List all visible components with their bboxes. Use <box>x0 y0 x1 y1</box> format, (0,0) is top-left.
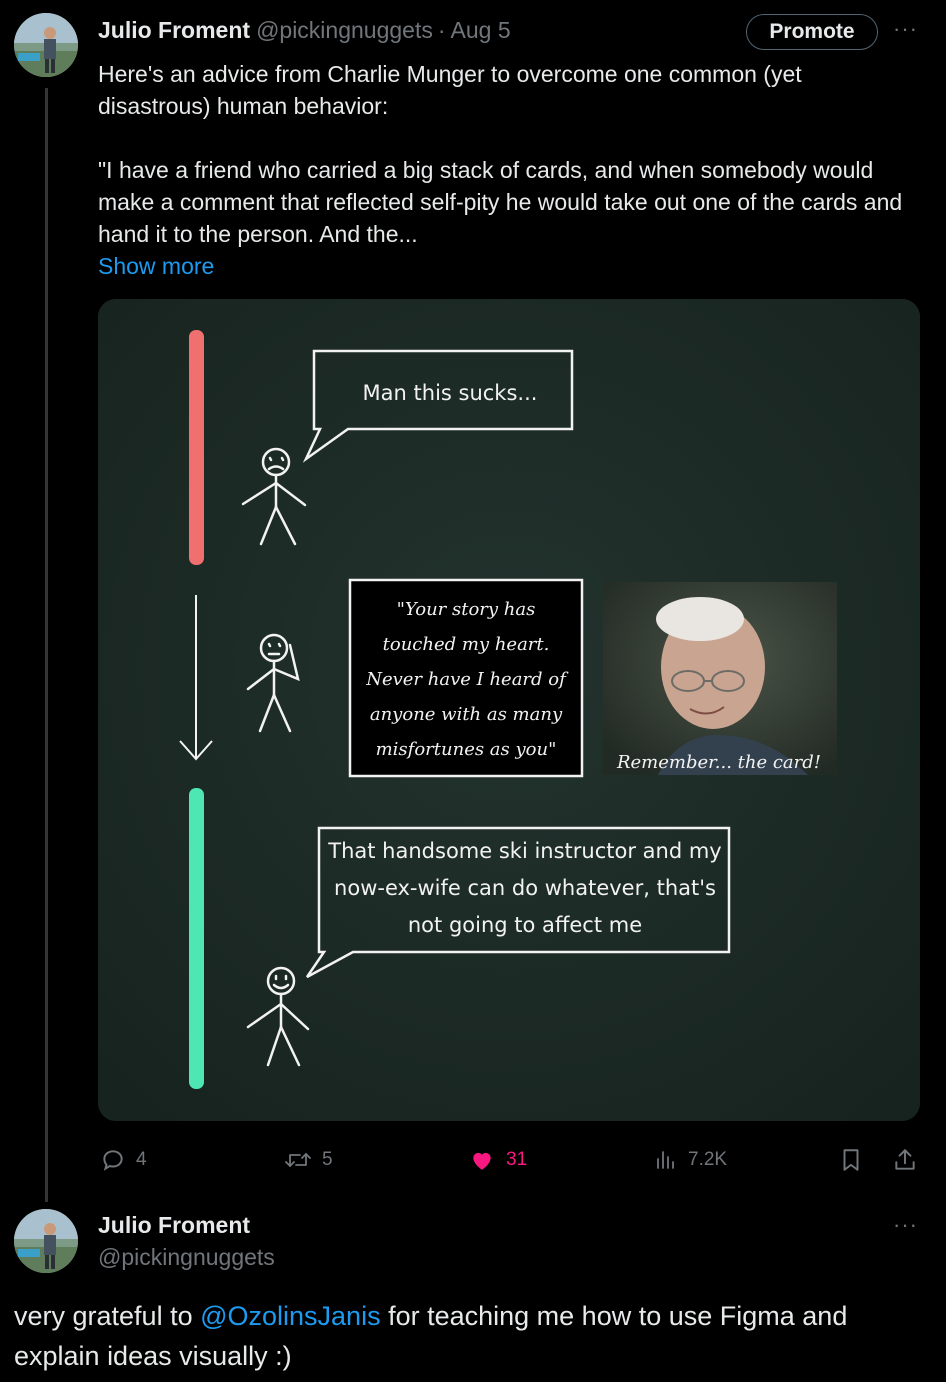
analytics-icon <box>657 1151 674 1169</box>
views-button[interactable]: 7.2K <box>654 1140 727 1180</box>
show-more-link[interactable]: Show more <box>98 250 908 282</box>
repost-count: 5 <box>322 1149 333 1170</box>
reply-author-name[interactable]: Julio Froment <box>98 1212 250 1239</box>
tweet-text-paragraph-1: Here's an advice from Charlie Munger to … <box>98 61 802 119</box>
like-count: 31 <box>506 1149 528 1170</box>
bookmark-button[interactable] <box>838 1140 874 1180</box>
reply-button[interactable]: 4 <box>100 1140 147 1180</box>
bookmark-icon <box>843 1149 859 1171</box>
heart-icon <box>473 1152 491 1170</box>
share-button[interactable] <box>892 1140 928 1180</box>
mention-link[interactable]: @OzolinsJanis <box>200 1301 380 1331</box>
tweet-media-image[interactable]: Man this sucks... "Your story has touche… <box>98 299 920 1121</box>
author-handle[interactable]: @pickingnuggets <box>256 17 433 44</box>
tweet-action-bar: 4 5 31 7.2K <box>98 1140 928 1180</box>
author-avatar[interactable] <box>14 13 78 77</box>
resilience-bar <box>189 788 204 1089</box>
bubble-top-text: Man this sucks... <box>363 381 538 405</box>
card-line-2: touched my heart. <box>383 634 550 655</box>
reply-more-options-icon[interactable]: ··· <box>893 1212 918 1238</box>
like-button[interactable]: 31 <box>468 1140 527 1180</box>
bubble-bottom-line-2: now-ex-wife can do whatever, that's <box>334 876 716 900</box>
card-line-3: Never have I heard of <box>365 669 569 690</box>
card-line-5: misfortunes as you" <box>376 739 557 760</box>
share-icon <box>895 1149 915 1170</box>
reply-text: very grateful to @OzolinsJanis for teach… <box>14 1296 914 1376</box>
self-pity-bar <box>189 330 204 565</box>
repost-icon <box>285 1153 311 1167</box>
tweet-text: Here's an advice from Charlie Munger to … <box>98 58 908 282</box>
reply-author-handle[interactable]: @pickingnuggets <box>98 1244 275 1271</box>
more-options-icon[interactable]: ··· <box>893 16 918 42</box>
reply-author-avatar[interactable] <box>14 1209 78 1273</box>
promote-button[interactable]: Promote <box>746 14 878 50</box>
view-count: 7.2K <box>688 1149 728 1170</box>
repost-button[interactable]: 5 <box>284 1140 333 1180</box>
tweet-date[interactable]: Aug 5 <box>451 17 511 44</box>
reply-text-before: very grateful to <box>14 1301 201 1331</box>
thread-connector-line <box>45 88 48 1202</box>
reply-icon <box>103 1150 123 1171</box>
bubble-bottom-line-1: That handsome ski instructor and my <box>327 839 721 863</box>
card-line-4: anyone with as many <box>370 704 563 725</box>
tweet-header: Julio Froment @pickingnuggets · Aug 5 <box>98 14 511 46</box>
author-name[interactable]: Julio Froment <box>98 17 250 44</box>
photo-caption: Remember... the card! <box>616 752 821 773</box>
charlie-munger-photo <box>603 582 837 775</box>
tweet-text-paragraph-2: "I have a friend who carried a big stack… <box>98 157 903 247</box>
separator-dot: · <box>437 16 446 43</box>
reply-count: 4 <box>136 1149 147 1170</box>
card-line-1: "Your story has <box>397 599 536 620</box>
bubble-bottom-line-3: not going to affect me <box>408 913 642 937</box>
